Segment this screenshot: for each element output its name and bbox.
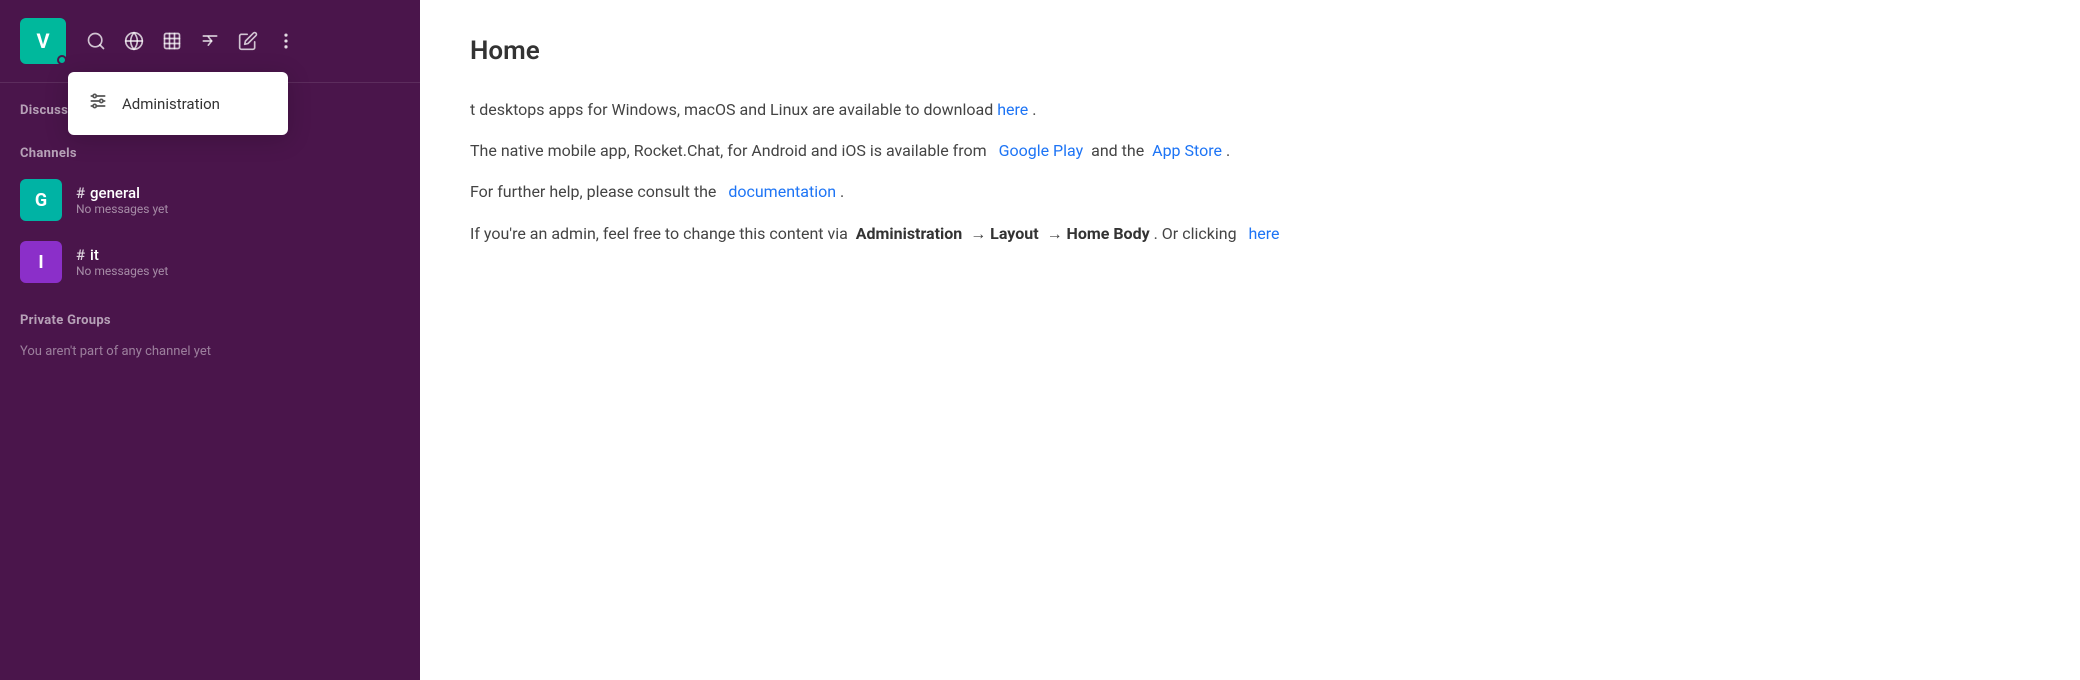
private-groups-empty-text: You aren't part of any channel yet [0, 336, 420, 367]
channel-name-it: # it [76, 246, 168, 264]
channel-sub-it: No messages yet [76, 264, 168, 278]
globe-icon[interactable] [124, 31, 144, 51]
line5: If you're an admin, feel free to change … [470, 220, 2030, 247]
page-title: Home [470, 36, 2030, 66]
avatar-letter: V [36, 29, 49, 53]
line2-link[interactable]: here [997, 100, 1032, 119]
sort-icon[interactable] [200, 31, 220, 51]
line2-prefix: t desktops apps for Windows, macOS and L… [470, 100, 993, 119]
line5-bold2: Layout [990, 224, 1038, 243]
line4: For further help, please consult the doc… [470, 178, 2030, 205]
avatar[interactable]: V [20, 18, 66, 64]
line5-bold1: Administration [856, 224, 963, 243]
line5-suffix: . Or clicking [1154, 224, 1237, 243]
app-store-link[interactable]: App Store [1148, 141, 1226, 160]
main-content: Home t desktops apps for Windows, macOS … [420, 0, 2080, 680]
documentation-link[interactable]: documentation [724, 182, 840, 201]
search-icon[interactable] [86, 31, 106, 51]
line5-bold3: Home Body [1067, 224, 1150, 243]
google-play-link[interactable]: Google Play [995, 141, 1088, 160]
content-body: t desktops apps for Windows, macOS and L… [470, 96, 2030, 247]
line4-prefix: For further help, please consult the [470, 182, 716, 201]
header-icons [86, 31, 400, 51]
here-link[interactable]: here [1244, 224, 1279, 243]
channel-name-general: # general [76, 184, 168, 202]
table-icon[interactable] [162, 31, 182, 51]
private-groups-section-label: Private Groups [0, 293, 420, 336]
administration-icon [88, 91, 108, 116]
line2: t desktops apps for Windows, macOS and L… [470, 96, 2030, 123]
compose-icon[interactable] [238, 31, 258, 51]
channel-sub-general: No messages yet [76, 202, 168, 216]
line5-arrow2: → [1047, 224, 1063, 243]
channel-icon-it: I [20, 241, 62, 283]
channel-icon-general: G [20, 179, 62, 221]
channel-item-general[interactable]: G # general No messages yet [0, 169, 420, 231]
sidebar-header: V [0, 0, 420, 83]
administration-label: Administration [122, 95, 220, 113]
line5-arrow1: → [970, 224, 986, 243]
channel-item-it[interactable]: I # it No messages yet [0, 231, 420, 293]
more-icon[interactable] [276, 31, 296, 51]
dropdown-item-administration[interactable]: Administration [68, 78, 288, 129]
sidebar: V [0, 0, 420, 680]
channel-text-general: # general No messages yet [76, 184, 168, 216]
line3: The native mobile app, Rocket.Chat, for … [470, 137, 2030, 164]
avatar-status-dot [57, 55, 67, 65]
line5-prefix: If you're an admin, feel free to change … [470, 224, 848, 243]
channel-text-it: # it No messages yet [76, 246, 168, 278]
line3-prefix: The native mobile app, Rocket.Chat, for … [470, 141, 987, 160]
dropdown-menu: Administration [68, 72, 288, 135]
